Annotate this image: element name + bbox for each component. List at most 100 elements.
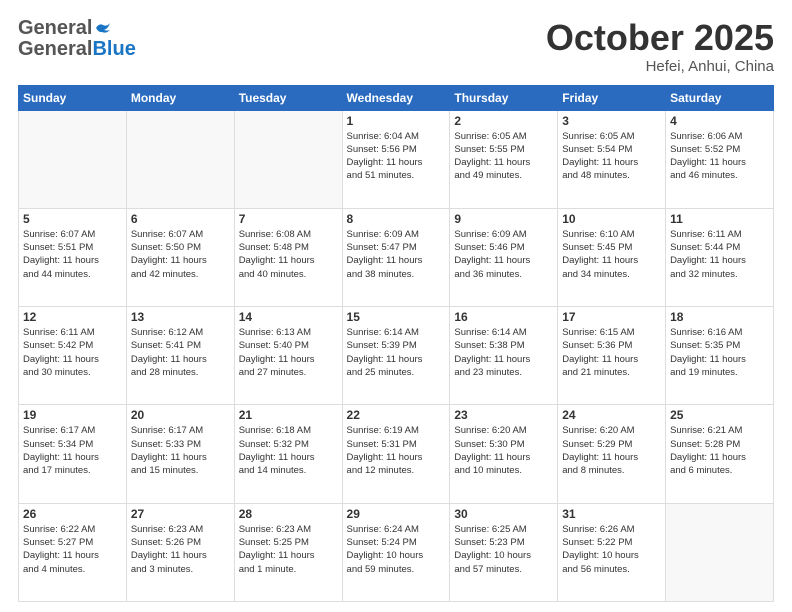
day-number: 20 <box>131 408 230 422</box>
day-info: Sunrise: 6:07 AMSunset: 5:51 PMDaylight:… <box>23 228 122 281</box>
day-info: Sunrise: 6:12 AMSunset: 5:41 PMDaylight:… <box>131 326 230 379</box>
day-cell: 4Sunrise: 6:06 AMSunset: 5:52 PMDaylight… <box>666 110 774 208</box>
logo-text: General <box>18 18 112 38</box>
weekday-header-wednesday: Wednesday <box>342 85 450 110</box>
day-number: 13 <box>131 310 230 324</box>
day-info: Sunrise: 6:14 AMSunset: 5:39 PMDaylight:… <box>347 326 446 379</box>
day-info: Sunrise: 6:17 AMSunset: 5:34 PMDaylight:… <box>23 424 122 477</box>
month-title: October 2025 <box>546 18 774 58</box>
day-cell <box>126 110 234 208</box>
day-info: Sunrise: 6:10 AMSunset: 5:45 PMDaylight:… <box>562 228 661 281</box>
day-info: Sunrise: 6:22 AMSunset: 5:27 PMDaylight:… <box>23 523 122 576</box>
day-number: 19 <box>23 408 122 422</box>
logo-blue-text: Blue <box>92 38 135 61</box>
day-cell: 8 Sunrise: 6:09 AMSunset: 5:47 PMDaylight… <box>342 208 450 306</box>
day-cell: 15 Sunrise: 6:14 AMSunset: 5:39 PMDayligh… <box>342 307 450 405</box>
day-info: Sunrise: 6:25 AMSunset: 5:23 PMDaylight:… <box>454 523 553 576</box>
day-number: 7 <box>239 212 338 226</box>
day-cell: 26 Sunrise: 6:22 AMSunset: 5:27 PMDayligh… <box>19 503 127 601</box>
day-cell: 27Sunrise: 6:23 AMSunset: 5:26 PMDayligh… <box>126 503 234 601</box>
day-info: Sunrise: 6:11 AMSunset: 5:44 PMDaylight:… <box>670 228 769 281</box>
day-info: Sunrise: 6:23 AMSunset: 5:25 PMDaylight:… <box>239 523 338 576</box>
week-row-3: 12Sunrise: 6:11 AMSunset: 5:42 PMDayligh… <box>19 307 774 405</box>
day-info: Sunrise: 6:24 AMSunset: 5:24 PMDaylight:… <box>347 523 446 576</box>
day-cell <box>234 110 342 208</box>
day-info: Sunrise: 6:13 AMSunset: 5:40 PMDaylight:… <box>239 326 338 379</box>
day-cell: 7 Sunrise: 6:08 AMSunset: 5:48 PMDaylight… <box>234 208 342 306</box>
day-number: 3 <box>562 114 661 128</box>
day-cell: 28Sunrise: 6:23 AMSunset: 5:25 PMDayligh… <box>234 503 342 601</box>
day-cell: 10Sunrise: 6:10 AMSunset: 5:45 PMDayligh… <box>558 208 666 306</box>
day-cell: 30 Sunrise: 6:25 AMSunset: 5:23 PMDayligh… <box>450 503 558 601</box>
day-number: 15 <box>347 310 446 324</box>
day-info: Sunrise: 6:11 AMSunset: 5:42 PMDaylight:… <box>23 326 122 379</box>
day-cell: 16Sunrise: 6:14 AMSunset: 5:38 PMDayligh… <box>450 307 558 405</box>
day-cell: 9Sunrise: 6:09 AMSunset: 5:46 PMDaylight… <box>450 208 558 306</box>
day-cell: 21 Sunrise: 6:18 AMSunset: 5:32 PMDayligh… <box>234 405 342 503</box>
day-number: 4 <box>670 114 769 128</box>
day-info: Sunrise: 6:08 AMSunset: 5:48 PMDaylight:… <box>239 228 338 281</box>
day-number: 5 <box>23 212 122 226</box>
location: Hefei, Anhui, China <box>546 58 774 75</box>
day-cell: 31 Sunrise: 6:26 AMSunset: 5:22 PMDayligh… <box>558 503 666 601</box>
logo-general: General <box>18 18 92 38</box>
day-cell: 1 Sunrise: 6:04 AMSunset: 5:56 PMDaylight… <box>342 110 450 208</box>
day-number: 25 <box>670 408 769 422</box>
day-number: 30 <box>454 507 553 521</box>
weekday-header-row: SundayMondayTuesdayWednesdayThursdayFrid… <box>19 85 774 110</box>
day-cell: 29Sunrise: 6:24 AMSunset: 5:24 PMDayligh… <box>342 503 450 601</box>
week-row-2: 5 Sunrise: 6:07 AMSunset: 5:51 PMDaylight… <box>19 208 774 306</box>
weekday-header-sunday: Sunday <box>19 85 127 110</box>
day-cell: 6 Sunrise: 6:07 AMSunset: 5:50 PMDaylight… <box>126 208 234 306</box>
day-number: 6 <box>131 212 230 226</box>
week-row-1: 1 Sunrise: 6:04 AMSunset: 5:56 PMDaylight… <box>19 110 774 208</box>
day-number: 23 <box>454 408 553 422</box>
day-number: 9 <box>454 212 553 226</box>
day-cell: 19 Sunrise: 6:17 AMSunset: 5:34 PMDayligh… <box>19 405 127 503</box>
day-number: 24 <box>562 408 661 422</box>
weekday-header-thursday: Thursday <box>450 85 558 110</box>
logo-bird-icon <box>94 21 112 35</box>
day-info: Sunrise: 6:23 AMSunset: 5:26 PMDaylight:… <box>131 523 230 576</box>
day-number: 1 <box>347 114 446 128</box>
week-row-4: 19 Sunrise: 6:17 AMSunset: 5:34 PMDayligh… <box>19 405 774 503</box>
day-info: Sunrise: 6:05 AMSunset: 5:54 PMDaylight:… <box>562 130 661 183</box>
header: General General Blue October 2025 Hefei,… <box>18 18 774 75</box>
day-info: Sunrise: 6:20 AMSunset: 5:30 PMDaylight:… <box>454 424 553 477</box>
day-cell: 18 Sunrise: 6:16 AMSunset: 5:35 PMDayligh… <box>666 307 774 405</box>
day-cell: 13 Sunrise: 6:12 AMSunset: 5:41 PMDayligh… <box>126 307 234 405</box>
day-cell: 17Sunrise: 6:15 AMSunset: 5:36 PMDayligh… <box>558 307 666 405</box>
day-info: Sunrise: 6:09 AMSunset: 5:47 PMDaylight:… <box>347 228 446 281</box>
day-number: 8 <box>347 212 446 226</box>
logo: General General Blue <box>18 18 136 61</box>
day-cell: 24 Sunrise: 6:20 AMSunset: 5:29 PMDayligh… <box>558 405 666 503</box>
day-number: 17 <box>562 310 661 324</box>
day-cell <box>666 503 774 601</box>
day-cell: 14Sunrise: 6:13 AMSunset: 5:40 PMDayligh… <box>234 307 342 405</box>
day-number: 2 <box>454 114 553 128</box>
title-block: October 2025 Hefei, Anhui, China <box>546 18 774 75</box>
day-cell: 22Sunrise: 6:19 AMSunset: 5:31 PMDayligh… <box>342 405 450 503</box>
day-info: Sunrise: 6:04 AMSunset: 5:56 PMDaylight:… <box>347 130 446 183</box>
day-cell: 23 Sunrise: 6:20 AMSunset: 5:30 PMDayligh… <box>450 405 558 503</box>
weekday-header-friday: Friday <box>558 85 666 110</box>
day-number: 11 <box>670 212 769 226</box>
page: General General Blue October 2025 Hefei,… <box>0 0 792 612</box>
day-info: Sunrise: 6:07 AMSunset: 5:50 PMDaylight:… <box>131 228 230 281</box>
day-info: Sunrise: 6:26 AMSunset: 5:22 PMDaylight:… <box>562 523 661 576</box>
day-cell: 5 Sunrise: 6:07 AMSunset: 5:51 PMDaylight… <box>19 208 127 306</box>
day-cell: 11 Sunrise: 6:11 AMSunset: 5:44 PMDayligh… <box>666 208 774 306</box>
day-number: 21 <box>239 408 338 422</box>
calendar-table: SundayMondayTuesdayWednesdayThursdayFrid… <box>18 85 774 602</box>
day-cell: 20Sunrise: 6:17 AMSunset: 5:33 PMDayligh… <box>126 405 234 503</box>
day-number: 31 <box>562 507 661 521</box>
logo-general-bottom: General <box>18 38 92 61</box>
day-number: 26 <box>23 507 122 521</box>
day-number: 18 <box>670 310 769 324</box>
weekday-header-monday: Monday <box>126 85 234 110</box>
day-info: Sunrise: 6:20 AMSunset: 5:29 PMDaylight:… <box>562 424 661 477</box>
day-info: Sunrise: 6:18 AMSunset: 5:32 PMDaylight:… <box>239 424 338 477</box>
day-info: Sunrise: 6:21 AMSunset: 5:28 PMDaylight:… <box>670 424 769 477</box>
day-info: Sunrise: 6:16 AMSunset: 5:35 PMDaylight:… <box>670 326 769 379</box>
week-row-5: 26 Sunrise: 6:22 AMSunset: 5:27 PMDayligh… <box>19 503 774 601</box>
